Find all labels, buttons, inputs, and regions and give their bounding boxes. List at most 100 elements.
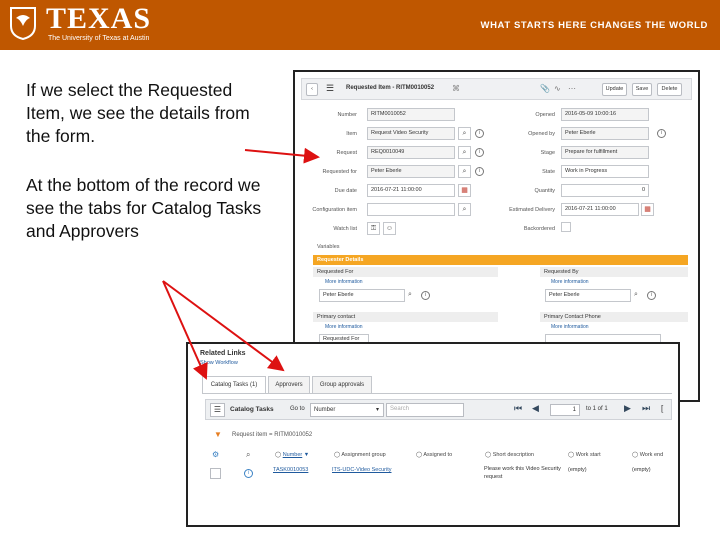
menu-icon[interactable]: ☰	[322, 83, 338, 96]
filter-icon[interactable]: ▼	[214, 430, 222, 439]
search-input[interactable]: Search	[386, 403, 464, 417]
tabs-divider	[202, 393, 672, 394]
filter-breadcrumb[interactable]: Request item = RITM0010052	[232, 432, 312, 438]
configuration-item-search-icon[interactable]: ⌕	[458, 203, 471, 216]
requested-for-search-icon[interactable]: ⌕	[458, 165, 471, 178]
number-field[interactable]: RITM0010052	[367, 108, 455, 121]
row-preview-icon[interactable]: i	[244, 469, 253, 478]
last-page-icon[interactable]: ⏭	[642, 403, 650, 414]
delete-button[interactable]: Delete	[657, 83, 682, 96]
form-header: ‹ ☰ Requested Item - RITM0010052 ⌘ 📎 ∿ ⋯…	[301, 78, 692, 100]
primary-contact-phone-header: Primary Contact Phone	[540, 312, 688, 322]
requested-by-var-header: Requested By	[540, 267, 688, 277]
column-work-start[interactable]: ◯ Work start	[568, 452, 601, 458]
quantity-field[interactable]: 0	[561, 184, 649, 197]
primary-contact-phone-label: Primary Contact Phone	[544, 314, 601, 320]
requested-for-var-header: Requested For	[313, 267, 498, 277]
item-field[interactable]: Request Video Security	[367, 127, 455, 140]
sort-down-icon: ▼	[303, 452, 310, 458]
backordered-checkbox[interactable]	[561, 222, 571, 232]
estimated-delivery-field[interactable]: 2016-07-21 11:00:00	[561, 203, 639, 216]
primary-contact-label: Primary contact	[317, 314, 356, 320]
requester-details-section[interactable]: Requester Details	[313, 255, 688, 265]
item-search-icon[interactable]: ⌕	[458, 127, 471, 140]
requested-for-field[interactable]: Peter Eberle	[367, 165, 455, 178]
tab-catalog-tasks[interactable]: Catalog Tasks (1)	[202, 376, 266, 394]
more-information-link-3[interactable]: More information	[325, 324, 363, 330]
back-button[interactable]: ‹	[306, 83, 318, 96]
show-workflow-link[interactable]: Show Workflow	[200, 360, 238, 366]
chevron-down-icon: ▾	[375, 407, 379, 413]
tab-approvers[interactable]: Approvers	[268, 376, 310, 393]
list-title: Catalog Tasks	[230, 406, 274, 413]
watch-list-lock-icon[interactable]: ⚿	[367, 222, 380, 235]
settings-gear-icon[interactable]: ⚙	[212, 450, 219, 459]
more-information-link-2[interactable]: More information	[551, 279, 589, 285]
request-search-icon[interactable]: ⌕	[458, 146, 471, 159]
backordered-label: Backordered	[523, 226, 555, 232]
more-information-link-4[interactable]: More information	[551, 324, 589, 330]
watch-list-add-icon[interactable]: ☺	[383, 222, 396, 235]
first-page-icon[interactable]: ⏮	[514, 403, 522, 414]
row-checkbox[interactable]	[210, 468, 221, 479]
tab-group-approvals[interactable]: Group approvals	[312, 376, 372, 393]
page-info: to 1 of 1	[586, 406, 608, 412]
requested-for-var-search-icon[interactable]: ⌕	[408, 291, 412, 299]
opened-by-info-icon[interactable]: i	[657, 129, 666, 138]
item-info-icon[interactable]: i	[475, 129, 484, 138]
column-number[interactable]: ◯ Number ▼	[275, 452, 309, 458]
stage-select[interactable]: Prepare for fulfillment	[561, 146, 649, 159]
paperclip-icon[interactable]: 📎	[540, 84, 550, 93]
list-menu-icon[interactable]: ☰	[210, 403, 225, 417]
page-input[interactable]: 1	[550, 404, 580, 416]
opened-field[interactable]: 2016-05-09 10:00:16	[561, 108, 649, 121]
column-assignment-group-label: Assignment group	[341, 452, 386, 458]
column-short-description[interactable]: ◯ Short description	[485, 452, 534, 458]
column-assigned-to[interactable]: ◯ Assigned to	[416, 452, 452, 458]
attachment-icon[interactable]: ⌘	[452, 84, 460, 93]
column-work-end[interactable]: ◯ Work end	[632, 452, 663, 458]
search-placeholder: Search	[390, 406, 410, 412]
assignment-group-link[interactable]: ITS-UDC-Video Security	[332, 467, 392, 473]
opened-by-label: Opened by	[528, 131, 555, 137]
estimated-delivery-calendar-icon[interactable]: ▦	[641, 203, 654, 216]
requested-by-var-search-icon[interactable]: ⌕	[634, 291, 638, 299]
due-date-calendar-icon[interactable]: ▦	[458, 184, 471, 197]
more-options-icon[interactable]: ⋯	[568, 84, 576, 93]
requested-by-var-label: Requested By	[544, 269, 579, 275]
request-label: Request	[336, 150, 358, 156]
requested-for-var-field[interactable]: Peter Eberle	[319, 289, 405, 302]
opened-label: Opened	[535, 112, 555, 118]
search-icon[interactable]: ⌕	[246, 450, 250, 460]
watch-list-label: Watch list	[333, 226, 357, 232]
goto-label: Go to	[290, 406, 305, 412]
opened-by-field[interactable]: Peter Eberle	[561, 127, 649, 140]
work-start-cell: (empty)	[568, 467, 587, 473]
goto-select[interactable]: Number ▾	[310, 403, 384, 417]
configuration-item-field[interactable]	[367, 203, 455, 216]
requested-for-info-icon[interactable]: i	[475, 167, 484, 176]
list-toolbar: ☰ Catalog Tasks Go to Number ▾ Search ⏮ ◀…	[205, 399, 672, 420]
requested-for-var-info-icon[interactable]: i	[421, 291, 430, 300]
personalize-icon[interactable]: [	[661, 404, 663, 413]
task-number-link[interactable]: TASK0010053	[273, 467, 308, 473]
logo-wordmark: TEXAS	[46, 2, 152, 35]
activity-icon[interactable]: ∿	[554, 84, 561, 93]
requested-by-var-info-icon[interactable]: i	[647, 291, 656, 300]
request-field[interactable]: REQ0010049	[367, 146, 455, 159]
column-assignment-group[interactable]: ◯ Assignment group	[334, 452, 386, 458]
due-date-field[interactable]: 2016-07-21 11:00:00	[367, 184, 455, 197]
state-select[interactable]: Work in Progress	[561, 165, 649, 178]
more-information-link-1[interactable]: More information	[325, 279, 363, 285]
update-button[interactable]: Update	[602, 83, 627, 96]
due-date-label: Due date	[334, 188, 357, 194]
number-label: Number	[337, 112, 357, 118]
request-info-icon[interactable]: i	[475, 148, 484, 157]
slogan: WHAT STARTS HERE CHANGES THE WORLD	[480, 20, 708, 31]
previous-page-icon[interactable]: ◀	[532, 403, 539, 414]
requested-by-var-field[interactable]: Peter Eberle	[545, 289, 631, 302]
primary-contact-header: Primary contact	[313, 312, 498, 322]
logo-subtitle: The University of Texas at Austin	[48, 35, 150, 42]
save-button[interactable]: Save	[632, 83, 652, 96]
next-page-icon[interactable]: ▶	[624, 403, 631, 414]
